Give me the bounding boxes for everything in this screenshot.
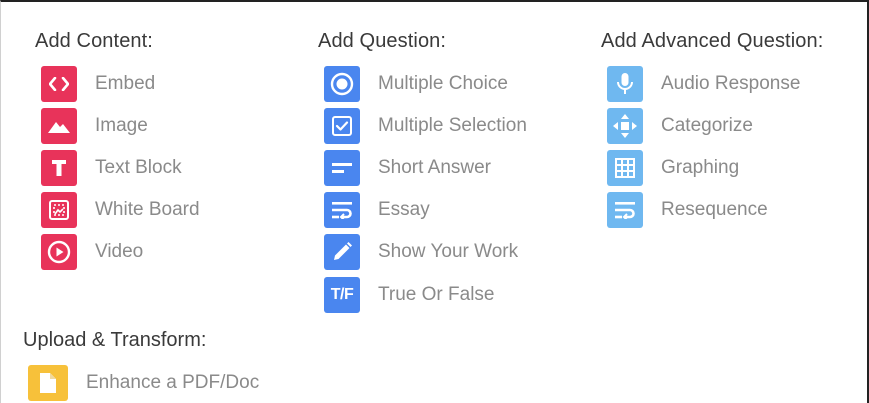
true-false-icon: T/F: [324, 277, 360, 313]
audio-response-button[interactable]: Audio Response: [607, 66, 800, 102]
checkbox-icon: [324, 108, 360, 144]
short-answer-label: Short Answer: [378, 157, 491, 178]
text-block-button[interactable]: Text Block: [41, 150, 182, 186]
graphing-button[interactable]: Graphing: [607, 150, 739, 186]
enhance-pdf-doc-button[interactable]: Enhance a PDF/Doc: [28, 365, 259, 401]
resequence-label: Resequence: [661, 199, 768, 220]
short-lines-icon: [324, 150, 360, 186]
resequence-button[interactable]: Resequence: [607, 192, 768, 228]
mountain-image-icon: [41, 108, 77, 144]
microphone-icon: [607, 66, 643, 102]
categorize-label: Categorize: [661, 115, 753, 136]
grid-icon: [607, 150, 643, 186]
true-or-false-label: True Or False: [378, 284, 495, 305]
embed-button[interactable]: Embed: [41, 66, 155, 102]
text-t-icon: [41, 150, 77, 186]
add-content-heading: Add Content:: [35, 30, 153, 52]
play-circle-icon: [41, 234, 77, 270]
add-question-heading: Add Question:: [318, 30, 447, 52]
move-arrows-icon: [607, 108, 643, 144]
text-wrap-icon: [324, 192, 360, 228]
white-board-button[interactable]: White Board: [41, 192, 200, 228]
text-block-label: Text Block: [95, 157, 182, 178]
code-icon: [41, 66, 77, 102]
pencil-icon: [324, 234, 360, 270]
categorize-button[interactable]: Categorize: [607, 108, 753, 144]
show-your-work-button[interactable]: Show Your Work: [324, 234, 518, 270]
show-your-work-label: Show Your Work: [378, 241, 519, 262]
embed-label: Embed: [95, 73, 156, 94]
video-label: Video: [95, 241, 144, 262]
multiple-choice-label: Multiple Choice: [378, 73, 508, 94]
image-label: Image: [95, 115, 148, 136]
whiteboard-icon: [41, 192, 77, 228]
image-button[interactable]: Image: [41, 108, 148, 144]
short-answer-button[interactable]: Short Answer: [324, 150, 491, 186]
enhance-pdf-doc-label: Enhance a PDF/Doc: [86, 372, 260, 393]
resequence-icon: [607, 192, 643, 228]
add-advanced-question-heading: Add Advanced Question:: [601, 30, 824, 52]
multiple-choice-button[interactable]: Multiple Choice: [324, 66, 508, 102]
audio-response-label: Audio Response: [661, 73, 801, 94]
add-item-panel: Add Content: Embed Image Text Block Whit…: [0, 0, 869, 403]
graphing-label: Graphing: [661, 157, 740, 178]
multiple-selection-label: Multiple Selection: [378, 115, 527, 136]
video-button[interactable]: Video: [41, 234, 143, 270]
true-false-icon-text: T/F: [330, 286, 354, 303]
essay-label: Essay: [378, 199, 430, 220]
essay-button[interactable]: Essay: [324, 192, 430, 228]
white-board-label: White Board: [95, 199, 200, 220]
document-icon: [28, 365, 68, 401]
true-or-false-button[interactable]: T/F True Or False: [324, 277, 495, 313]
radio-circle-icon: [324, 66, 360, 102]
multiple-selection-button[interactable]: Multiple Selection: [324, 108, 527, 144]
upload-transform-heading: Upload & Transform:: [23, 329, 207, 351]
